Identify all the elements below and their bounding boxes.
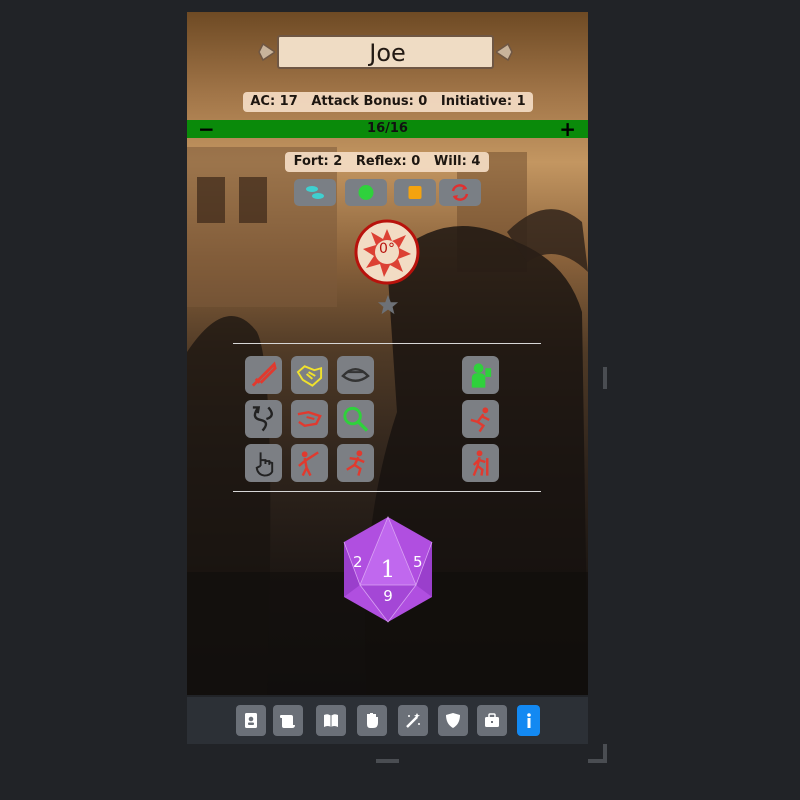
- character-name[interactable]: Joe: [279, 39, 496, 67]
- briefcase-icon: [485, 713, 499, 727]
- book-icon: [324, 714, 338, 727]
- action-run[interactable]: [337, 444, 374, 482]
- walk-icon: [472, 450, 489, 477]
- right-scroll-ornament: [496, 42, 513, 62]
- grapple-icon: [297, 410, 322, 428]
- pointing-hand-icon: [255, 452, 274, 477]
- toolbar-info-button[interactable]: [517, 705, 540, 736]
- toolbar-shield-button[interactable]: [438, 705, 468, 736]
- d20-face-bottom: 9: [383, 587, 393, 605]
- name-banner: Joe: [257, 31, 514, 75]
- hp-value: 16/16: [367, 121, 408, 136]
- d20-face-right: 5: [413, 553, 423, 571]
- green-circle-icon: [358, 185, 374, 200]
- sword-icon: [251, 361, 277, 387]
- fist-icon: [367, 713, 378, 728]
- condition-button-green[interactable]: [345, 179, 387, 206]
- d20-die[interactable]: 1 2 5 9: [340, 515, 436, 624]
- saves-bar: Fort: 2 Reflex: 0 Will: 4: [285, 152, 489, 172]
- action-perceive[interactable]: [337, 356, 374, 394]
- throw-icon: [298, 451, 319, 477]
- run-icon: [346, 450, 365, 476]
- magnifier-icon: [343, 406, 369, 432]
- target-dial[interactable]: 0°: [354, 219, 420, 285]
- hp-increase-button[interactable]: +: [559, 117, 576, 141]
- action-attack[interactable]: [245, 356, 282, 394]
- condition-button-footprints[interactable]: [294, 179, 336, 206]
- info-icon: [527, 713, 531, 728]
- drink-icon: [471, 363, 492, 388]
- action-interact[interactable]: [245, 444, 282, 482]
- character-card-icon: [245, 713, 257, 728]
- swap-arrows-icon: [252, 406, 273, 432]
- toolbar-inventory-button[interactable]: [477, 705, 507, 736]
- handshake-icon: [296, 365, 323, 387]
- action-fall[interactable]: [462, 400, 499, 438]
- name-plaque: Joe: [277, 35, 494, 69]
- action-grapple[interactable]: [291, 400, 328, 438]
- footprints-icon: [306, 186, 324, 199]
- fall-icon: [470, 407, 490, 433]
- bottom-divider: [233, 491, 541, 492]
- action-throw[interactable]: [291, 444, 328, 482]
- action-swap[interactable]: [245, 400, 282, 438]
- cycle-arrows-icon: [451, 184, 469, 201]
- target-value: 0°: [379, 241, 395, 257]
- toolbar-fist-button[interactable]: [357, 705, 387, 736]
- toolbar-magic-button[interactable]: [398, 705, 428, 736]
- resize-handle-right[interactable]: [603, 367, 607, 389]
- left-scroll-ornament: [258, 42, 275, 62]
- action-search[interactable]: [337, 400, 374, 438]
- condition-button-orange[interactable]: [394, 179, 436, 206]
- orange-square-icon: [408, 186, 422, 199]
- character-sheet: Joe AC: 17 Attack Bonus: 0 Initiative: 1…: [187, 12, 588, 695]
- action-walk[interactable]: [462, 444, 499, 482]
- d20-face-left: 2: [353, 553, 363, 571]
- top-divider: [233, 343, 541, 344]
- eye-icon: [341, 368, 370, 383]
- stats-bar: AC: 17 Attack Bonus: 0 Initiative: 1: [243, 92, 533, 112]
- action-diplomacy[interactable]: [291, 356, 328, 394]
- hp-bar: − 16/16 +: [187, 117, 588, 141]
- star-icon[interactable]: [377, 294, 399, 316]
- magic-wand-icon: [406, 713, 420, 728]
- scroll-icon: [280, 715, 295, 728]
- resize-handle-bottom[interactable]: [376, 759, 399, 763]
- action-drink[interactable]: [462, 356, 499, 394]
- condition-button-cycle[interactable]: [439, 179, 481, 206]
- shield-icon: [446, 713, 460, 728]
- toolbar-character-button[interactable]: [236, 705, 266, 736]
- toolbar-book-button[interactable]: [316, 705, 346, 736]
- bottom-toolbar: [187, 697, 588, 744]
- resize-handle-corner-h[interactable]: [588, 759, 607, 763]
- toolbar-scroll-button[interactable]: [273, 705, 303, 736]
